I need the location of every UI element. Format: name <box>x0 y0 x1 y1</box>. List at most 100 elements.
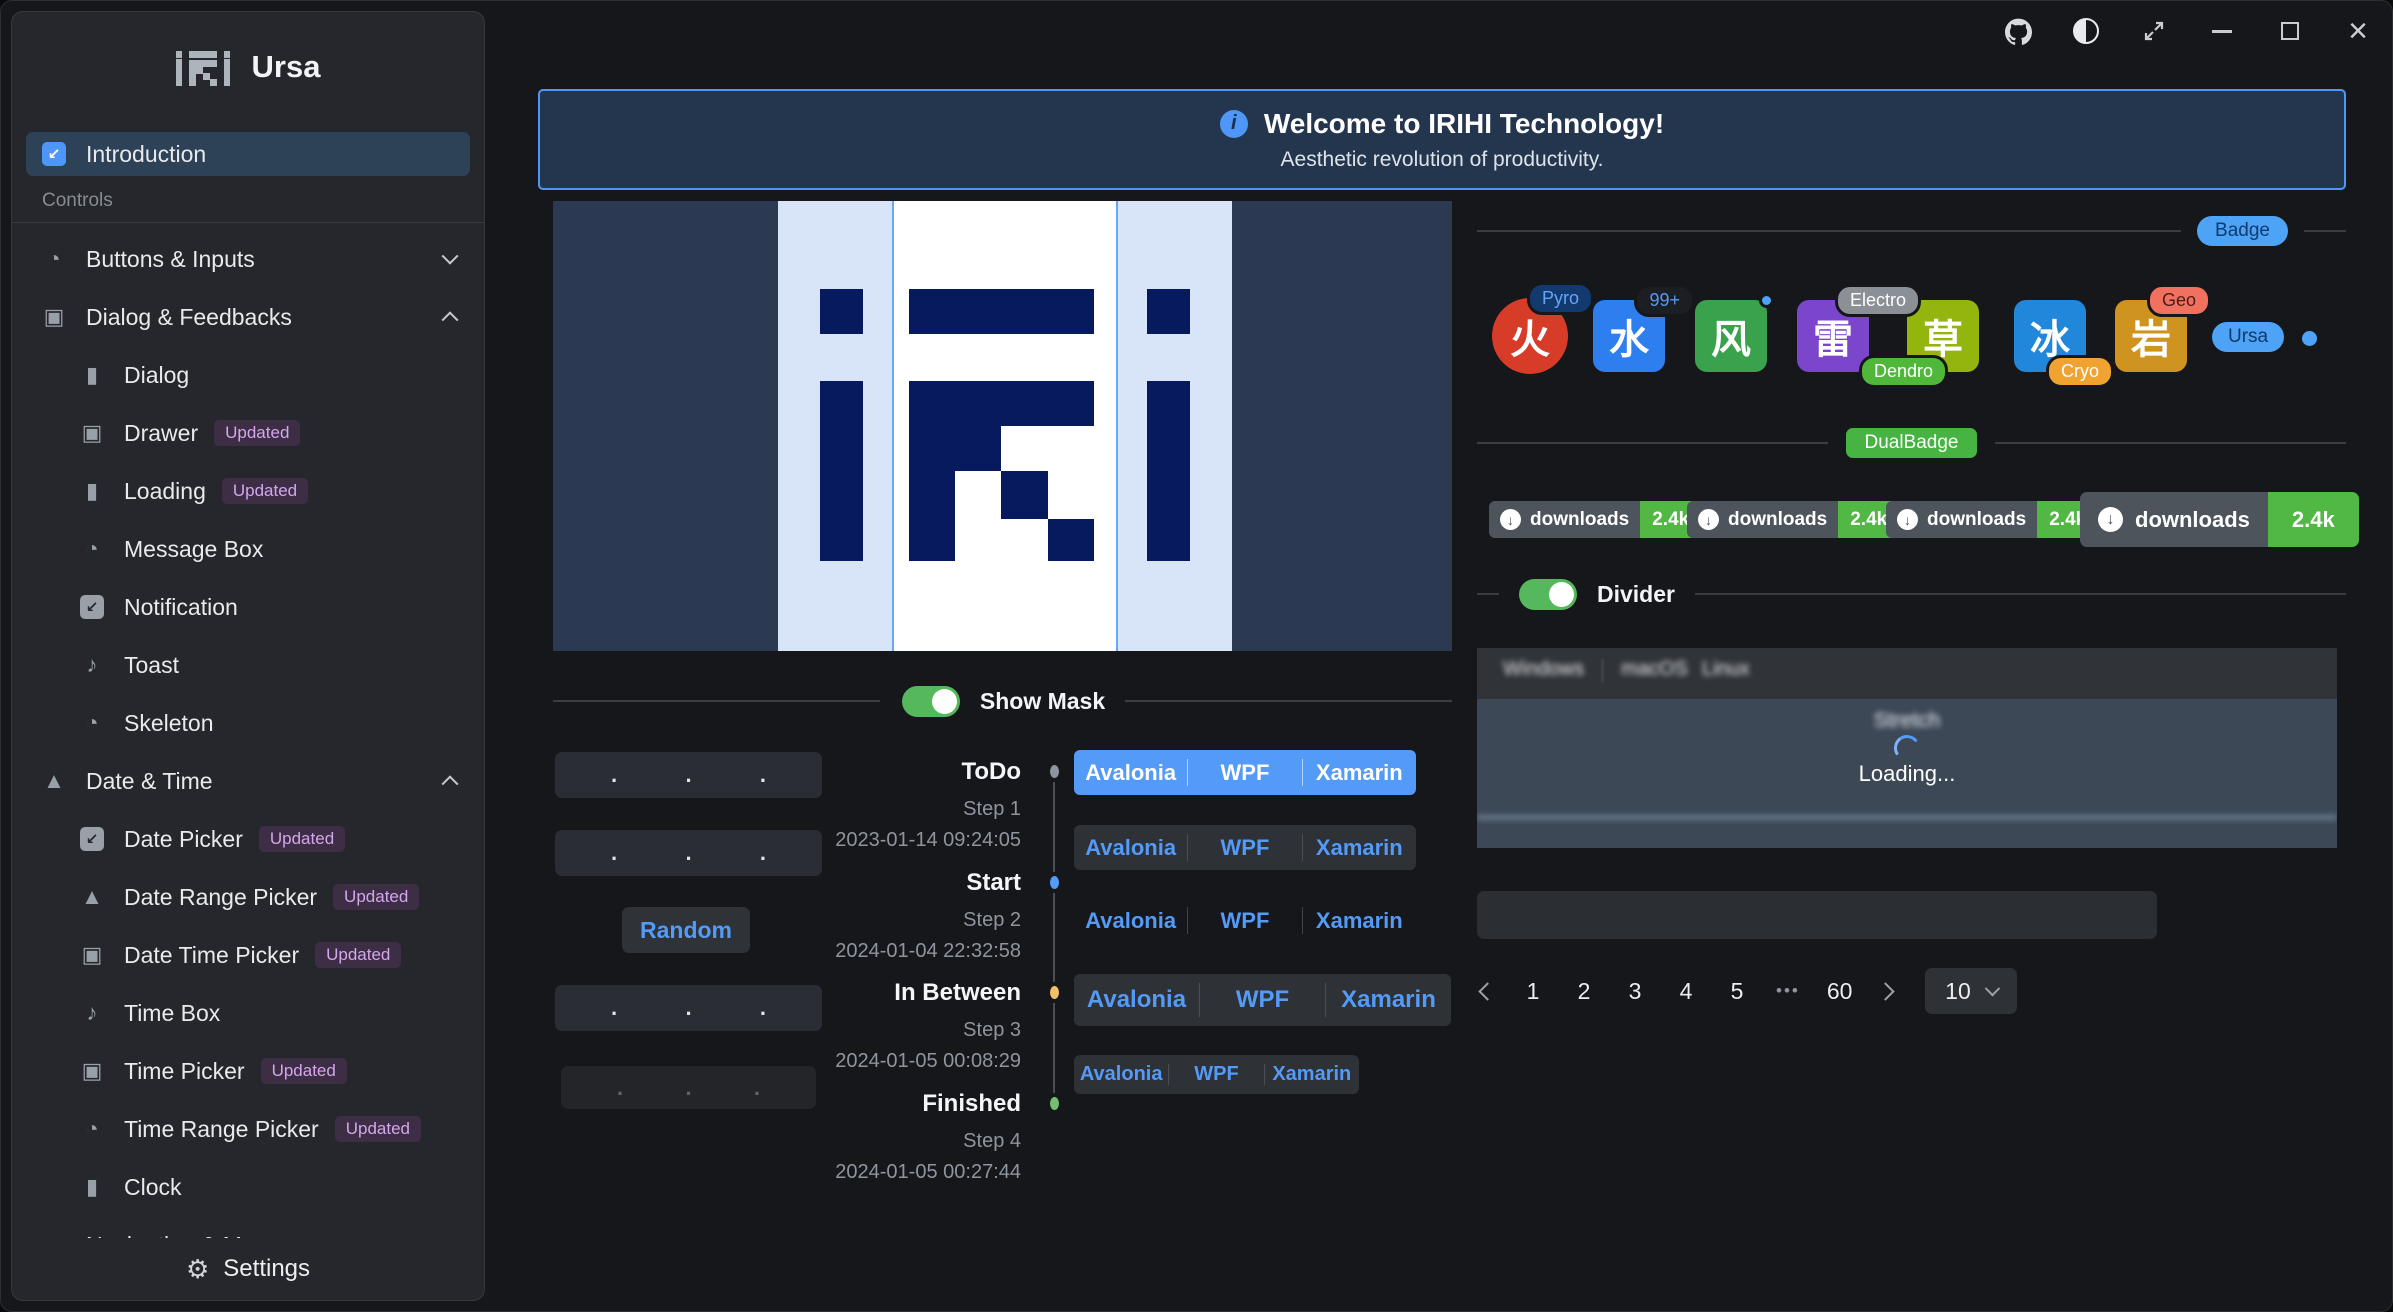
text-input[interactable] <box>1477 891 2157 939</box>
downloads-badge-large[interactable]: ↓ downloads 2.4k <box>2080 492 2359 547</box>
timeline-dot-todo <box>1046 761 1063 782</box>
downloads-badge[interactable]: ↓ downloads 2.4k <box>1886 501 2098 538</box>
count-badge: 99+ <box>1634 284 1695 317</box>
badge-pyro: 火 Pyro <box>1492 298 1568 374</box>
xamarin-button[interactable]: Xamarin <box>1303 825 1416 870</box>
app-window: × Ursa Introduction Control <box>0 0 2393 1312</box>
badge-divider: Badge <box>1477 214 2346 248</box>
show-mask-row: Show Mask <box>553 679 1452 723</box>
timeline-step: ToDo Step 1 2023-01-14 09:24:05 <box>785 758 1021 852</box>
pagination: 1 2 3 4 5 ••• 60 10 <box>1481 968 2017 1014</box>
sidebar-item-drawer[interactable]: Drawer Updated <box>26 411 470 455</box>
sidebar-item-navigation-menus[interactable]: Navigation & Menus <box>26 1223 470 1238</box>
ipv4-input[interactable]: ... <box>555 752 822 798</box>
pages-ellipsis[interactable]: ••• <box>1776 981 1800 1001</box>
badge-anemo: 风 <box>1695 300 1767 372</box>
close-button[interactable]: × <box>2338 11 2378 51</box>
avalonia-button[interactable]: Avalonia <box>1074 750 1187 795</box>
floppy-icon <box>78 942 106 968</box>
sidebar-item-dialog-feedbacks[interactable]: Dialog & Feedbacks <box>26 295 470 339</box>
sidebar-item-date-range-picker[interactable]: Date Range Picker Updated <box>26 875 470 919</box>
avalonia-button[interactable]: Avalonia <box>1074 1055 1168 1094</box>
sidebar-item-message-box[interactable]: Message Box <box>26 527 470 571</box>
floppy-icon <box>78 1058 106 1084</box>
loading-label: Loading... <box>1477 761 2337 787</box>
sidebar-item-loading[interactable]: Loading Updated <box>26 469 470 513</box>
sidebar-item-date-time-picker[interactable]: Date Time Picker Updated <box>26 933 470 977</box>
avalonia-button[interactable]: Avalonia <box>1074 825 1187 870</box>
github-icon[interactable] <box>1998 11 2038 51</box>
settings-button[interactable]: ⚙ Settings <box>12 1238 484 1300</box>
theme-toggle-icon[interactable] <box>2066 11 2106 51</box>
wpf-button[interactable]: WPF <box>1188 898 1301 943</box>
page-4[interactable]: 4 <box>1674 978 1698 1005</box>
sidebar-item-time-picker[interactable]: Time Picker Updated <box>26 1049 470 1093</box>
xamarin-button[interactable]: Xamarin <box>1326 974 1451 1026</box>
loading-panel: Windows macOS Linux Stretch Loading... <box>1477 648 2337 848</box>
page-2[interactable]: 2 <box>1572 978 1596 1005</box>
wpf-button[interactable]: WPF <box>1200 974 1325 1026</box>
sidebar-item-date-time[interactable]: Date & Time <box>26 759 470 803</box>
loading-mask: Stretch Loading... <box>1477 699 2337 848</box>
avalonia-button[interactable]: Avalonia <box>1074 974 1199 1026</box>
sidebar-item-dialog[interactable]: Dialog <box>26 353 470 397</box>
section-divider <box>12 222 484 223</box>
sidebar-menu: Introduction Controls Buttons & Inputs D… <box>12 132 484 1238</box>
irihi-logo-image <box>553 201 1452 651</box>
maximize-button[interactable] <box>2270 11 2310 51</box>
page-3[interactable]: 3 <box>1623 978 1647 1005</box>
tab-macos[interactable]: macOS <box>1609 656 1700 683</box>
banner-title: Welcome to IRIHI Technology! <box>1264 108 1664 140</box>
sidebar-item-toast[interactable]: Toast <box>26 643 470 687</box>
ipv4-input[interactable]: ... <box>555 985 822 1031</box>
page-5[interactable]: 5 <box>1725 978 1749 1005</box>
electro-badge: Electro <box>1835 284 1921 317</box>
arrow-square-icon <box>42 142 66 166</box>
prev-page-icon[interactable] <box>1478 982 1496 1000</box>
divider-label: Divider <box>1597 581 1675 608</box>
pyro-badge: Pyro <box>1527 282 1594 315</box>
welcome-banner: i Welcome to IRIHI Technology! Aesthetic… <box>538 89 2346 190</box>
tab-windows[interactable]: Windows <box>1491 656 1596 683</box>
wpf-button[interactable]: WPF <box>1188 750 1301 795</box>
xamarin-button[interactable]: Xamarin <box>1265 1055 1359 1094</box>
wpf-button[interactable]: WPF <box>1169 1055 1263 1094</box>
sidebar-item-time-range-picker[interactable]: Time Range Picker Updated <box>26 1107 470 1151</box>
avalonia-button[interactable]: Avalonia <box>1074 898 1187 943</box>
sidebar-item-clock[interactable]: Clock <box>26 1165 470 1209</box>
random-button[interactable]: Random <box>622 907 750 953</box>
sidebar-item-buttons-inputs[interactable]: Buttons & Inputs <box>26 237 470 281</box>
xamarin-button[interactable]: Xamarin <box>1303 750 1416 795</box>
tab-strip: Windows macOS Linux <box>1477 648 2337 699</box>
wpf-button[interactable]: WPF <box>1188 825 1301 870</box>
tab-linux[interactable]: Linux <box>1700 656 1762 683</box>
divider-toggle[interactable] <box>1519 579 1577 610</box>
app-title: Ursa <box>252 49 321 85</box>
chevron-up-icon <box>442 311 459 328</box>
downloads-badge[interactable]: ↓ downloads 2.4k <box>1489 501 1701 538</box>
note-icon <box>78 1000 106 1026</box>
divider-line <box>553 700 880 702</box>
downloads-badge[interactable]: ↓ downloads 2.4k <box>1687 501 1899 538</box>
badge-hydro: 水 99+ <box>1593 300 1665 372</box>
banner-subtitle: Aesthetic revolution of productivity. <box>1281 148 1604 172</box>
sidebar-item-time-box[interactable]: Time Box <box>26 991 470 1035</box>
button-group-solid: Avalonia WPF Xamarin <box>1074 750 1416 795</box>
show-mask-toggle[interactable] <box>902 686 960 717</box>
sidebar-item-date-picker[interactable]: Date Picker Updated <box>26 817 470 861</box>
minimize-button[interactable] <box>2202 11 2242 51</box>
updated-badge: Updated <box>214 420 300 446</box>
page-size-select[interactable]: 10 <box>1925 968 2017 1014</box>
ipv4-input[interactable]: ... <box>555 830 822 876</box>
sidebar-item-skeleton[interactable]: Skeleton <box>26 701 470 745</box>
ursa-logo-icon <box>176 46 230 88</box>
timeline-dot-inbetween <box>1046 982 1063 1003</box>
xamarin-button[interactable]: Xamarin <box>1303 898 1416 943</box>
sidebar-item-notification[interactable]: Notification <box>26 585 470 629</box>
fullscreen-icon[interactable] <box>2134 11 2174 51</box>
page-1[interactable]: 1 <box>1521 978 1545 1005</box>
page-60[interactable]: 60 <box>1827 978 1853 1005</box>
sidebar-item-introduction[interactable]: Introduction <box>26 132 470 176</box>
dualbadge-divider-label: DualBadge <box>1846 428 1976 458</box>
next-page-icon[interactable] <box>1877 982 1895 1000</box>
